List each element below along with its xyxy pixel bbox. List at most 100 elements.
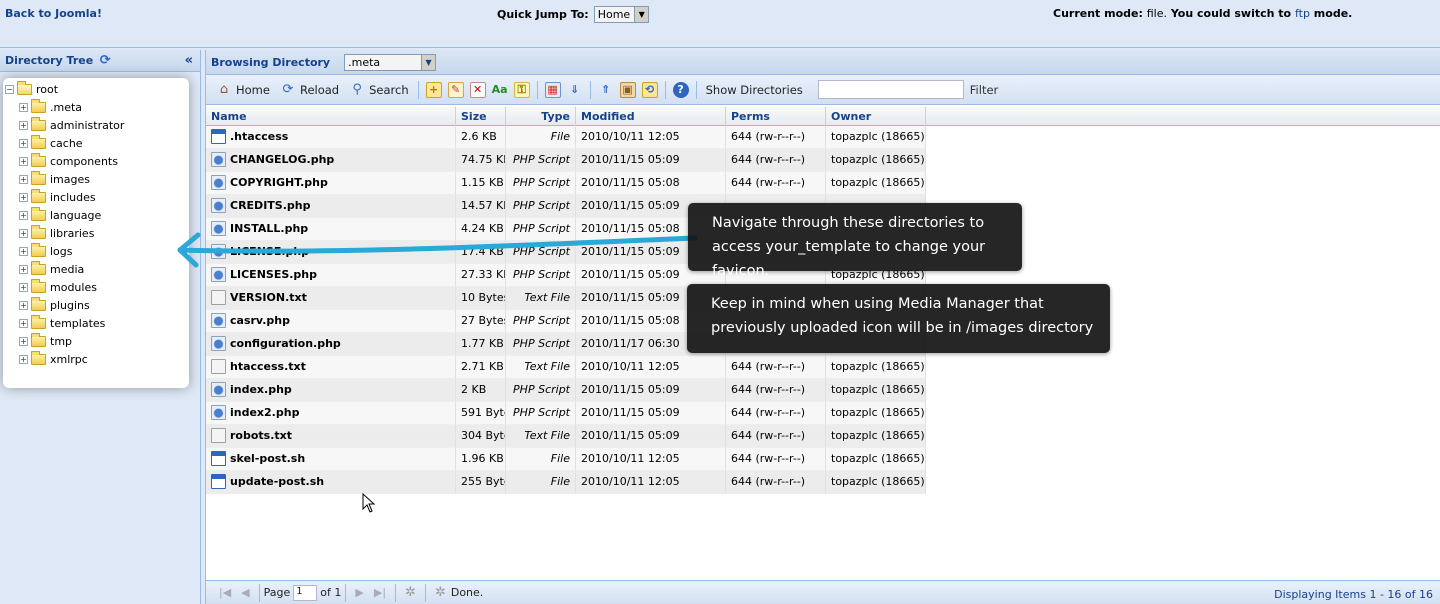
home-button[interactable]: ⌂ Home — [211, 79, 275, 101]
filter-input[interactable] — [817, 80, 964, 99]
tree-node-folder[interactable]: + components — [3, 152, 189, 170]
cell-type: PHP Script — [506, 149, 576, 171]
last-page-icon[interactable]: ▶| — [374, 586, 386, 599]
reload-button[interactable]: ⟳ Reload — [275, 79, 344, 101]
folder-icon — [31, 314, 46, 329]
chmod-icon[interactable]: ⚿ — [513, 81, 530, 98]
help-icon[interactable]: ? — [672, 81, 689, 98]
rename-icon[interactable]: Aa — [492, 82, 508, 98]
folder-icon — [31, 224, 46, 239]
toolbar-separator — [258, 583, 260, 602]
tree-node-folder[interactable]: + cache — [3, 134, 189, 152]
tree-node-folder[interactable]: + tmp — [3, 332, 189, 350]
tree-node-folder[interactable]: + includes — [3, 188, 189, 206]
show-directories-button[interactable]: Show Directories — [701, 79, 808, 101]
table-row[interactable]: COPYRIGHT.php 1.15 KB PHP Script 2010/11/15… — [206, 172, 926, 195]
filter-label: Filter — [969, 82, 999, 97]
folder-icon — [31, 188, 46, 203]
cell-size: 304 Bytes — [456, 425, 506, 447]
column-name[interactable]: Name — [206, 107, 456, 126]
refresh-tree-icon[interactable]: ⟳ — [97, 53, 113, 69]
expand-icon[interactable]: + — [19, 246, 28, 256]
expand-icon[interactable]: + — [19, 156, 28, 166]
cell-type: Text File — [506, 356, 576, 378]
archive-icon[interactable]: ▣ — [619, 81, 636, 98]
expand-icon[interactable]: + — [19, 354, 28, 364]
tree-node-folder[interactable]: + .meta — [3, 98, 189, 116]
cell-type: Text File — [506, 425, 576, 447]
tree-node-label: cache — [50, 136, 83, 150]
upload-icon[interactable]: ⇑ — [598, 82, 614, 98]
delete-icon[interactable]: ✕ — [469, 81, 486, 98]
text-file-icon — [211, 427, 226, 443]
expand-icon[interactable]: + — [19, 102, 28, 112]
cell-size: 255 Bytes — [456, 471, 506, 493]
quick-jump-select[interactable]: Home ▼ — [593, 6, 650, 23]
file-name: index.php — [230, 382, 292, 396]
home-label: Home — [236, 82, 270, 97]
cell-name: casrv.php — [206, 310, 456, 332]
tree-node-folder[interactable]: + administrator — [3, 116, 189, 134]
table-row[interactable]: htaccess.txt 2.71 KB Text File 2010/10/11 1… — [206, 356, 926, 379]
cell-modified: 2010/10/11 12:05 — [576, 356, 726, 378]
expand-icon[interactable]: + — [19, 210, 28, 220]
cell-perms: 644 (rw-r--r--) — [726, 172, 826, 194]
back-to-joomla-link[interactable]: Back to Joomla! — [5, 7, 102, 20]
browsing-directory-select[interactable]: .meta ▼ — [344, 53, 437, 71]
column-type[interactable]: Type — [506, 107, 576, 126]
search-button[interactable]: ⚲ Search — [344, 79, 414, 101]
page-of-label: of 1 — [320, 586, 342, 599]
table-row[interactable]: update-post.sh 255 BytesFile2010/10/11 12… — [206, 471, 926, 494]
extract-icon[interactable]: ⟲ — [641, 81, 658, 98]
expand-icon[interactable]: + — [19, 336, 28, 346]
cell-owner: topazplc (18665) — [826, 379, 926, 401]
show-directories-label: Show Directories — [705, 82, 803, 97]
expand-icon[interactable]: + — [19, 282, 28, 292]
view-icon[interactable]: ▦ — [544, 81, 561, 98]
tree-node-folder[interactable]: + plugins — [3, 296, 189, 314]
expand-icon[interactable]: + — [19, 264, 28, 274]
expand-icon[interactable]: + — [19, 120, 28, 130]
expand-icon[interactable]: + — [19, 138, 28, 148]
table-row[interactable]: .htaccess 2.6 KB File 2010/10/11 12:05 644 (… — [206, 126, 926, 149]
column-size[interactable]: Size — [456, 107, 506, 126]
tree-node-folder[interactable]: + images — [3, 170, 189, 188]
download-icon[interactable]: ⇓ — [567, 82, 583, 98]
prev-page-icon[interactable]: ◀ — [241, 586, 249, 599]
file-name: robots.txt — [230, 428, 293, 442]
page-input[interactable]: 1 — [293, 584, 318, 601]
new-file-icon[interactable]: + — [425, 81, 442, 98]
cell-modified: 2010/10/11 12:05 — [576, 471, 726, 493]
table-row[interactable]: index2.php 591 BytesPHP Script2010/11/15 … — [206, 402, 926, 425]
cell-name: index.php — [206, 379, 456, 401]
ftp-mode-link[interactable]: ftp — [1295, 7, 1310, 20]
collapse-panel-icon[interactable]: « — [185, 53, 193, 68]
tree-node-label: modules — [50, 280, 97, 294]
tree-node-root[interactable]: − root — [3, 80, 189, 98]
folder-icon — [31, 152, 46, 167]
expand-icon[interactable]: + — [19, 300, 28, 310]
column-perms[interactable]: Perms — [726, 107, 826, 126]
table-row[interactable]: robots.txt 304 BytesText File2010/11/15 0… — [206, 425, 926, 448]
table-row[interactable]: skel-post.sh 1.96 KB File 2010/10/11 12:05 6… — [206, 448, 926, 471]
tree-node-folder[interactable]: + xmlrpc — [3, 350, 189, 368]
column-modified[interactable]: Modified — [576, 107, 726, 126]
refresh-icon[interactable]: ✲ — [405, 585, 416, 600]
collapse-icon[interactable]: − — [5, 84, 14, 94]
cell-perms: 644 (rw-r--r--) — [726, 448, 826, 470]
folder-icon — [31, 278, 46, 293]
column-owner[interactable]: Owner — [826, 107, 926, 126]
expand-icon[interactable]: + — [19, 318, 28, 328]
expand-icon[interactable]: + — [19, 192, 28, 202]
table-row[interactable]: CHANGELOG.php 74.75 KB PHP Script 2010/11/1… — [206, 149, 926, 172]
expand-icon[interactable]: + — [19, 174, 28, 184]
folder-icon — [31, 332, 46, 347]
first-page-icon[interactable]: |◀ — [219, 586, 231, 599]
tree-node-folder[interactable]: + modules — [3, 278, 189, 296]
tree-node-folder[interactable]: + templates — [3, 314, 189, 332]
edit-file-icon[interactable]: ✎ — [447, 81, 464, 98]
expand-icon[interactable]: + — [19, 228, 28, 238]
loading-icon: ✲ — [434, 585, 446, 600]
table-row[interactable]: index.php 2 KB PHP Script 2010/11/15 05:09 6… — [206, 379, 926, 402]
next-page-icon[interactable]: ▶ — [355, 586, 363, 599]
